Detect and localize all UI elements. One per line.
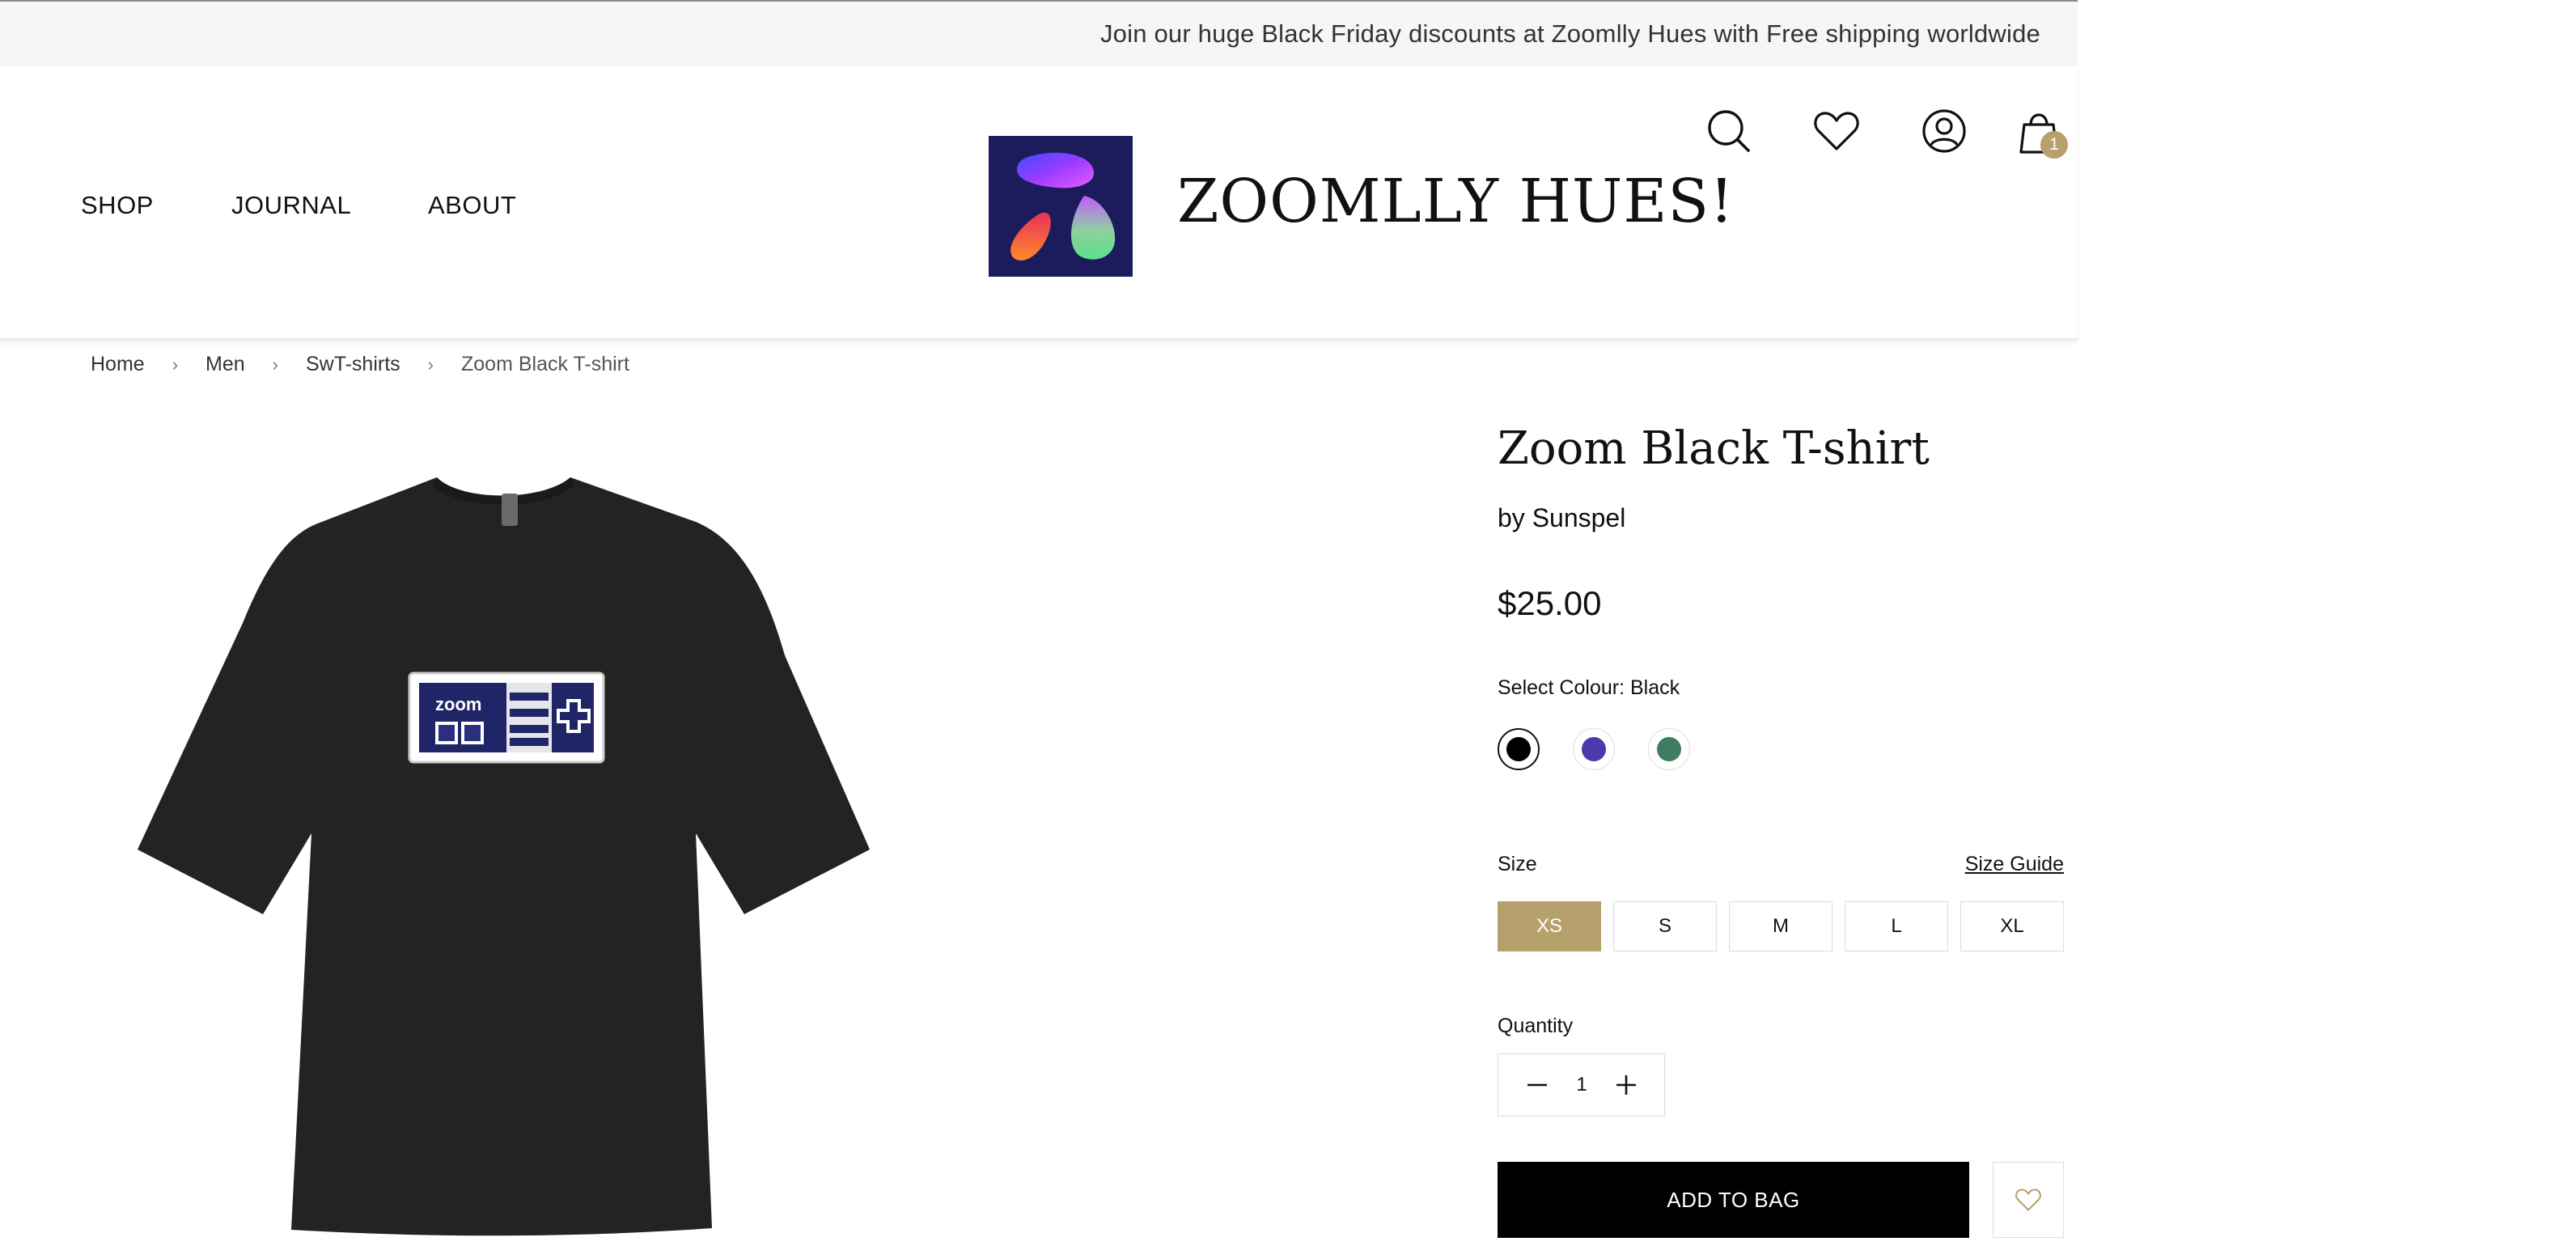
- breadcrumb-current: Zoom Black T-shirt: [461, 353, 629, 375]
- swatch-green[interactable]: [1648, 728, 1690, 770]
- size-option-l[interactable]: L: [1845, 901, 1948, 951]
- colour-label: Select Colour: Black: [1498, 676, 1680, 699]
- brand-logo[interactable]: [989, 136, 1133, 277]
- product-title: Zoom Black T-shirt: [1498, 422, 1930, 475]
- add-to-bag-button[interactable]: ADD TO BAG: [1498, 1162, 1969, 1238]
- tshirt-illustration: zoom: [138, 477, 870, 1236]
- quantity-value[interactable]: 1: [1570, 1074, 1594, 1096]
- swatch-black[interactable]: [1498, 728, 1540, 770]
- breadcrumb-category[interactable]: SwT-shirts: [306, 353, 400, 376]
- size-option-xl[interactable]: XL: [1960, 901, 2064, 951]
- chevron-right-icon: ›: [272, 354, 278, 375]
- heart-icon: [2015, 1189, 2041, 1211]
- product-price: $25.00: [1498, 584, 1602, 622]
- add-to-wishlist-button[interactable]: [1993, 1162, 2064, 1238]
- swatch-dot: [1657, 737, 1681, 761]
- size-label: Size: [1498, 853, 1537, 875]
- announcement-text: Join our huge Black Friday discounts at …: [1099, 19, 2040, 48]
- size-guide-link[interactable]: Size Guide: [1965, 853, 2064, 876]
- heart-icon[interactable]: [1812, 107, 1861, 155]
- chevron-right-icon: ›: [427, 354, 434, 375]
- user-icon[interactable]: [1920, 107, 1968, 155]
- nav-shop[interactable]: SHOP: [81, 191, 154, 220]
- plus-icon[interactable]: [1612, 1070, 1641, 1100]
- site: Join our huge Black Friday discounts at …: [0, 0, 2078, 1247]
- minus-icon[interactable]: [1523, 1070, 1552, 1100]
- size-option-m[interactable]: M: [1729, 901, 1832, 951]
- size-option-s[interactable]: S: [1613, 901, 1717, 951]
- breadcrumb: Home › Men › SwT-shirts › Zoom Black T-s…: [91, 353, 629, 376]
- chevron-right-icon: ›: [172, 354, 179, 375]
- search-icon[interactable]: [1705, 107, 1753, 155]
- shirt-print-text: zoom: [435, 694, 481, 714]
- product-brand[interactable]: by Sunspel: [1498, 503, 1625, 533]
- quantity-label: Quantity: [1498, 1015, 1574, 1037]
- size-option-xs[interactable]: XS: [1498, 901, 1601, 951]
- announcement-bar: Join our huge Black Friday discounts at …: [0, 2, 2078, 66]
- nav-journal[interactable]: JOURNAL: [231, 191, 351, 220]
- swatch-purple[interactable]: [1573, 728, 1615, 770]
- logo-blobs-graphic: [1010, 152, 1116, 261]
- breadcrumb-home[interactable]: Home: [91, 353, 145, 376]
- swatch-dot: [1582, 737, 1606, 761]
- product-image[interactable]: zoom: [121, 453, 882, 1246]
- nav-about[interactable]: ABOUT: [428, 191, 516, 220]
- swatch-dot: [1506, 737, 1531, 761]
- brand-name[interactable]: ZOOMLLY HUES!: [1177, 167, 1735, 236]
- cart-count-badge: 1: [2040, 131, 2068, 159]
- site-header: SHOP JOURNAL ABOUT ZOOMLLY HUES! 1: [0, 66, 2078, 341]
- breadcrumb-men[interactable]: Men: [205, 353, 245, 376]
- quantity-stepper: 1: [1498, 1053, 1665, 1117]
